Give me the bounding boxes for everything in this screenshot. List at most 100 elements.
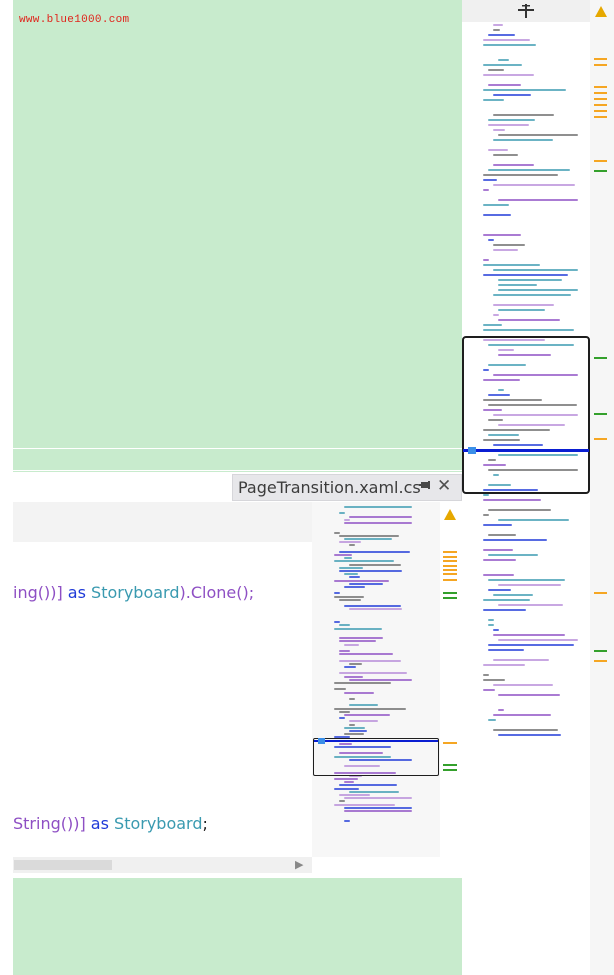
minimap-line [349,515,412,518]
minimap-line [493,304,554,306]
minimap-line [493,249,518,251]
minimap-line [344,810,412,812]
minimap-line [488,579,565,581]
minimap-line [344,781,354,784]
minimap-line [339,550,410,553]
minimap-line [488,34,515,36]
minimap-line [493,729,558,731]
code-line-2[interactable]: String())] as Storyboard; [13,814,208,833]
minimap-line [334,778,358,780]
scrollbar-marker [594,438,607,440]
warning-icon[interactable] [444,509,456,520]
minimap-line [483,204,509,206]
minimap-line [493,684,553,686]
minimap-line [483,74,534,76]
scrollbar-marker [594,650,607,652]
minimap-line [498,709,504,711]
warning-icon[interactable] [595,6,607,17]
scrollbar-thumb[interactable] [14,860,112,870]
minimap-line [493,659,549,661]
minimap-line [339,598,361,601]
pin-icon[interactable] [418,478,432,492]
minimap-line [483,689,495,691]
minimap-line [483,214,511,216]
scrollbar-marker [443,569,457,571]
code-line-1[interactable]: ing())] as Storyboard).Clone(); [13,583,254,602]
minimap-line [334,621,340,624]
chevron-right-icon[interactable]: ▶ [295,858,303,871]
minimap-line [488,554,538,556]
minimap-line [498,59,509,61]
minimap-line [349,790,399,793]
minimap-line [344,733,364,736]
scrollbar-marker [443,560,457,562]
minimap-line [488,84,521,86]
minimap-line [344,586,365,588]
minimap-line [483,674,489,676]
editor-background-top [13,0,462,472]
minimap-line [339,710,350,713]
minimap-line [488,509,551,511]
close-icon[interactable]: ✕ [437,476,451,496]
minimap-line [334,787,359,790]
minimap-line [493,634,565,636]
minimap-line [483,329,574,331]
scrollbar-marker [594,92,607,94]
scrollbar-marker [594,98,607,100]
minimap-line [344,726,365,729]
minimap-line [344,806,412,809]
scrollbar-marker [594,58,607,60]
minimap-line [498,694,560,696]
minimap-line [344,675,363,678]
minimap-line [488,624,494,626]
code-token-keyword: as [62,583,92,602]
minimap-line [493,114,554,116]
code-token-method: String())] [13,814,86,833]
minimap-line [488,619,494,621]
minimap-line [344,538,392,540]
filter-icon[interactable] [518,4,534,18]
minimap-line [483,559,516,561]
minimap-line [483,539,547,541]
minimap-line [334,682,391,684]
minimap-line [498,604,563,606]
minimap-line [493,29,500,31]
editor-background-bottom [13,878,462,975]
code-token-type: Storyboard [114,814,203,833]
minimap-line [339,653,393,656]
scrollbar-marker [443,565,457,567]
minimap-line [498,734,561,736]
minimap-line [339,570,402,572]
minimap-line [483,234,521,236]
minimap-line [334,595,364,598]
minimap-viewport[interactable] [313,738,439,776]
vertical-scrollbar[interactable] [590,0,614,975]
minimap-line [483,324,502,326]
minimap-line [349,730,367,732]
minimap-line [498,134,578,136]
minimap-line [493,594,533,596]
minimap-line [498,199,578,201]
scrollbar-marker [594,160,607,162]
minimap-line [493,244,525,246]
minimap-viewport[interactable] [462,336,590,494]
minimap-line [498,284,537,286]
minimap-line [493,714,551,716]
scrollbar-marker [443,556,457,558]
minimap-line [493,154,518,156]
scrollbar-marker [594,660,607,662]
minimap-line [493,269,578,271]
code-token-keyword: as [85,814,115,833]
minimap-line [334,627,382,630]
tab-title[interactable]: PageTransition.xaml.cs [238,478,421,497]
minimap-line [483,524,512,526]
minimap-line [334,707,406,710]
scrollbar-marker [594,116,607,118]
minimap-line [483,39,530,41]
minimap-line [339,794,370,796]
minimap-line [339,637,383,640]
minimap-line [488,719,496,721]
minimap-line [483,514,489,516]
code-token-method: ing())] [13,583,63,602]
scrollbar-marker [594,104,607,106]
